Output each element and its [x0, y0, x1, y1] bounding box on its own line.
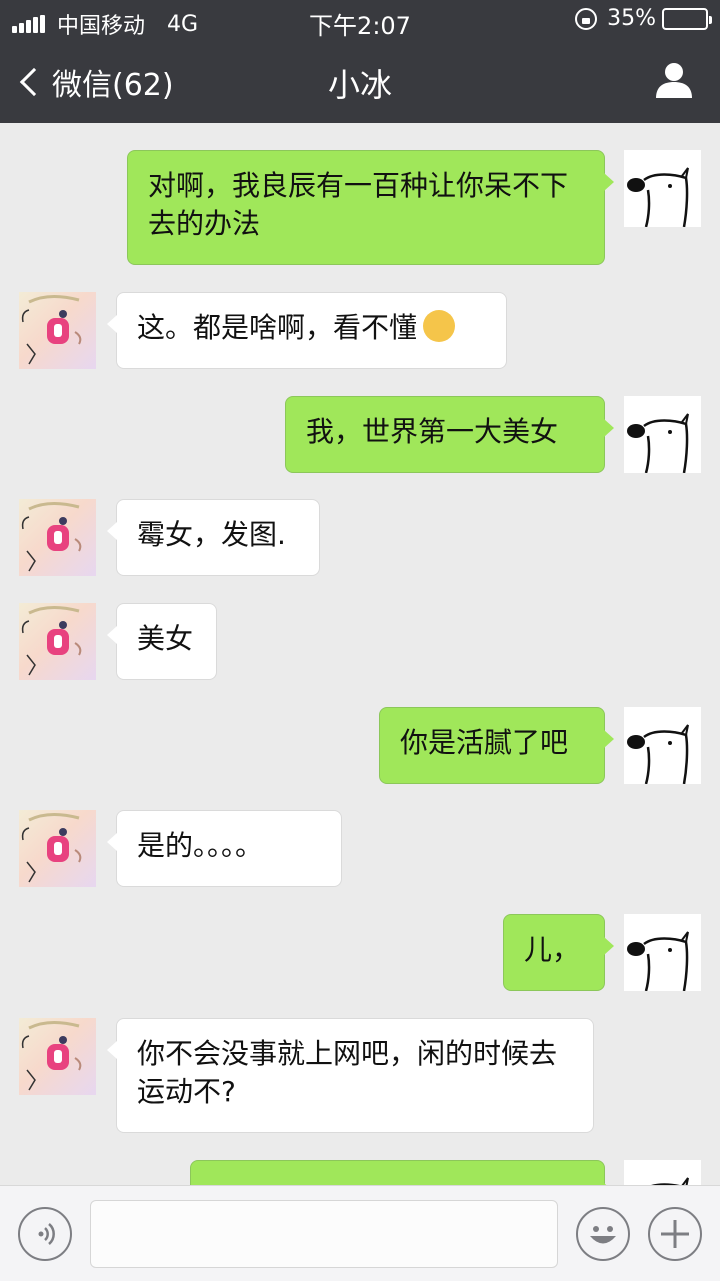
- message-input[interactable]: [90, 1200, 558, 1268]
- photo-avatar-icon: [21, 502, 82, 572]
- chevron-left-icon: [19, 67, 49, 97]
- message-bubble-incoming[interactable]: 这。都是啥啊，看不懂: [107, 292, 507, 369]
- more-button[interactable]: [648, 1207, 702, 1261]
- smirk-emoji-icon: [423, 310, 456, 342]
- message-bubble-outgoing[interactable]: 我，世界第一大美女: [285, 396, 614, 473]
- message-bubble-outgoing[interactable]: 你是活腻了吧: [379, 707, 614, 784]
- profile-button[interactable]: [654, 60, 694, 100]
- battery-percent: 35%: [607, 6, 656, 31]
- status-right: 35%: [575, 6, 712, 31]
- message-text: 你不会没事就上网吧，闲的时候去运动不?: [137, 1037, 558, 1108]
- dog-icon: [651, 1177, 689, 1185]
- message-text: 是的。。。。: [137, 829, 264, 862]
- message-text: 美女: [137, 622, 194, 655]
- xiaobing-avatar[interactable]: [19, 810, 96, 887]
- status-bar: 中国移动 4G 下午2:07 35%: [0, 0, 720, 40]
- message-bubble-outgoing[interactable]: [190, 1160, 614, 1185]
- back-button[interactable]: 微信(62): [18, 60, 174, 104]
- photo-avatar-icon: [21, 295, 82, 365]
- xiaobing-avatar[interactable]: [19, 292, 96, 369]
- rotation-lock-icon: [575, 7, 598, 30]
- plus-icon: [661, 1220, 689, 1248]
- message-text: 这。都是啥啊，看不懂: [137, 311, 418, 344]
- message-text: 你是活腻了吧: [400, 726, 569, 759]
- xiaobing-avatar[interactable]: [19, 499, 96, 576]
- message-text: 儿，: [524, 933, 581, 966]
- message-text: 对啊，我良辰有一百种让你呆不下去的办法: [148, 169, 569, 240]
- my-avatar[interactable]: [624, 914, 701, 991]
- voice-button[interactable]: [18, 1207, 72, 1261]
- person-icon: [656, 63, 692, 98]
- message-bubble-outgoing[interactable]: 对啊，我良辰有一百种让你呆不下去的办法: [127, 150, 614, 265]
- message-bubble-incoming[interactable]: 你不会没事就上网吧，闲的时候去运动不?: [107, 1018, 594, 1133]
- message-bubble-incoming[interactable]: 霉女，发图.: [107, 499, 320, 576]
- dog-icon: [627, 931, 689, 991]
- my-avatar[interactable]: [624, 396, 701, 473]
- my-avatar[interactable]: [624, 150, 701, 227]
- chat-area[interactable]: 对啊，我良辰有一百种让你呆不下去的办法 这。都是啥啊，看不懂 我，世界第一大美女…: [0, 123, 720, 1185]
- dog-icon: [627, 724, 689, 784]
- message-bubble-incoming[interactable]: 美女: [107, 603, 217, 680]
- emoji-button[interactable]: [576, 1207, 630, 1261]
- back-label: 微信(62): [52, 68, 174, 103]
- emoji-icon: [590, 1226, 616, 1244]
- input-bar: [0, 1185, 720, 1281]
- photo-avatar-icon: [21, 1021, 82, 1091]
- message-text: 我，世界第一大美女: [306, 415, 559, 448]
- voice-icon: [38, 1223, 55, 1245]
- my-avatar[interactable]: [624, 707, 701, 784]
- dog-icon: [627, 167, 689, 227]
- nav-bar: 微信(62) 小冰: [0, 40, 720, 123]
- dog-icon: [627, 413, 689, 473]
- message-bubble-incoming[interactable]: 是的。。。。: [107, 810, 342, 887]
- message-text: 霉女，发图.: [137, 518, 286, 551]
- battery-icon: [662, 7, 712, 30]
- photo-avatar-icon: [21, 606, 82, 676]
- xiaobing-avatar[interactable]: [19, 603, 96, 680]
- xiaobing-avatar[interactable]: [19, 1018, 96, 1095]
- my-avatar[interactable]: [624, 1160, 701, 1185]
- message-bubble-outgoing[interactable]: 儿，: [503, 914, 614, 991]
- photo-avatar-icon: [21, 813, 82, 883]
